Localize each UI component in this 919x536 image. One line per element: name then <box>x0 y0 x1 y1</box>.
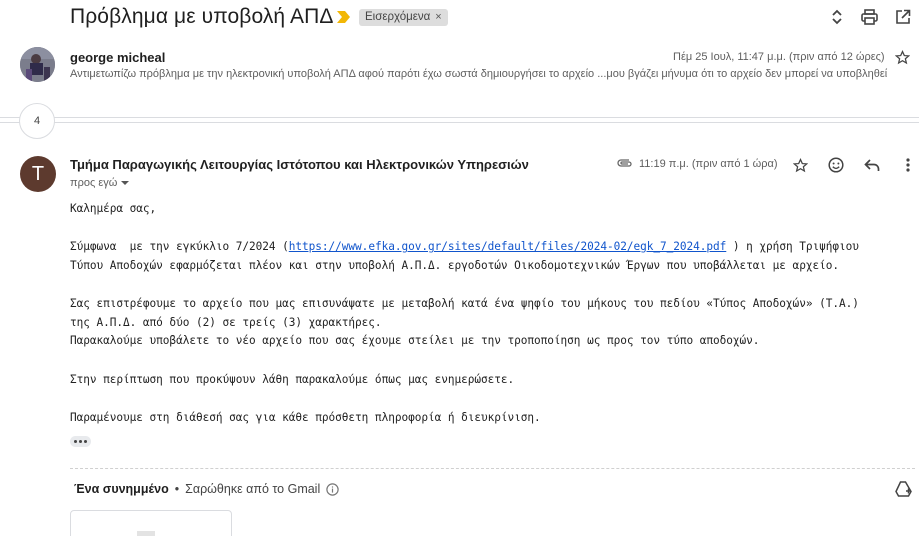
header-actions <box>820 6 919 28</box>
importance-marker-icon[interactable] <box>337 11 350 23</box>
message-actions <box>782 153 919 177</box>
message-date: 11:19 π.μ. (πριν από 1 ώρα) <box>639 158 778 170</box>
avatar[interactable]: T <box>20 156 56 192</box>
sender-name[interactable]: george micheal <box>70 50 165 65</box>
body-paragraph-3: Στην περίπτωση που προκύψουν λάθη παρακα… <box>70 373 515 386</box>
attachments-separator: • <box>174 482 180 496</box>
collapsed-messages-count[interactable]: 4 <box>19 103 55 139</box>
star-icon[interactable] <box>894 50 911 70</box>
body-paragraph-1-cont: Τύπου Αποδοχών εφαρμόζεται πλέον και στη… <box>70 259 839 272</box>
message-date: Πέμ 25 Ιουλ, 11:47 μ.μ. (πριν από 12 ώρε… <box>673 51 885 63</box>
body-paragraph-4: Παραμένουμε στη διάθεσή σας για κάθε πρό… <box>70 411 541 424</box>
chevron-down-icon[interactable] <box>121 180 130 186</box>
info-icon[interactable] <box>326 482 339 496</box>
body-paragraph-2-request: Παρακαλούμε υποβάλετε το νέο αρχείο που … <box>70 334 760 347</box>
add-to-drive-icon[interactable] <box>895 481 913 502</box>
message-snippet[interactable]: Αντιμετωπίζω πρόβλημα με την ηλεκτρονική… <box>70 68 915 80</box>
document-icon <box>137 531 155 536</box>
label-chip-text: Εισερχόμενα <box>365 11 431 23</box>
collapsed-divider-top <box>0 117 919 118</box>
body-paragraph-2: Σας επιστρέφουμε το αρχείο που μας επισυ… <box>70 297 859 310</box>
collapsed-divider-bottom <box>0 122 919 123</box>
attachment-thumbnail[interactable] <box>70 510 232 536</box>
body-paragraph-2-cont: της Α.Π.Δ. από δύο (2) σε τρείς (3) χαρα… <box>70 316 382 329</box>
print-icon[interactable] <box>853 6 886 28</box>
attachment-clip-icon <box>617 156 633 174</box>
thread-subject: Πρόβλημα με υποβολή ΑΠΔ <box>70 5 334 28</box>
show-trimmed-content-button[interactable] <box>70 436 91 447</box>
thread-header: Πρόβλημα με υποβολή ΑΠΔ Εισερχόμενα × <box>0 0 919 36</box>
recipient-details[interactable]: προς εγώ <box>70 177 130 189</box>
star-icon[interactable] <box>782 153 818 177</box>
label-chip-inbox[interactable]: Εισερχόμενα × <box>359 9 448 26</box>
reply-icon[interactable] <box>854 153 890 177</box>
attachments-header: Ένα συνημμένο • Σαρώθηκε από το Gmail <box>74 482 339 496</box>
circular-link[interactable]: https://www.efka.gov.gr/sites/default/fi… <box>289 240 727 253</box>
open-new-window-icon[interactable] <box>886 6 919 28</box>
body-greeting: Καλημέρα σας, <box>70 202 157 215</box>
attachments-title: Ένα συνημμένο <box>74 482 169 496</box>
expand-collapse-icon[interactable] <box>820 6 853 28</box>
more-vert-icon[interactable] <box>890 153 919 177</box>
avatar[interactable] <box>20 47 55 82</box>
body-paragraph-1: Σύμφωνα με την εγκύκλιο 7/2024 (https://… <box>70 240 859 253</box>
remove-label-icon[interactable]: × <box>435 9 441 26</box>
sender-name[interactable]: Τμήμα Παραγωγικής Λειτουργίας Ιστότοπου … <box>70 157 529 172</box>
emoji-icon[interactable] <box>818 153 854 177</box>
recipient-label: προς εγώ <box>70 177 118 189</box>
attachments-divider <box>70 468 915 469</box>
scan-note: Σαρώθηκε από το Gmail <box>185 482 321 496</box>
